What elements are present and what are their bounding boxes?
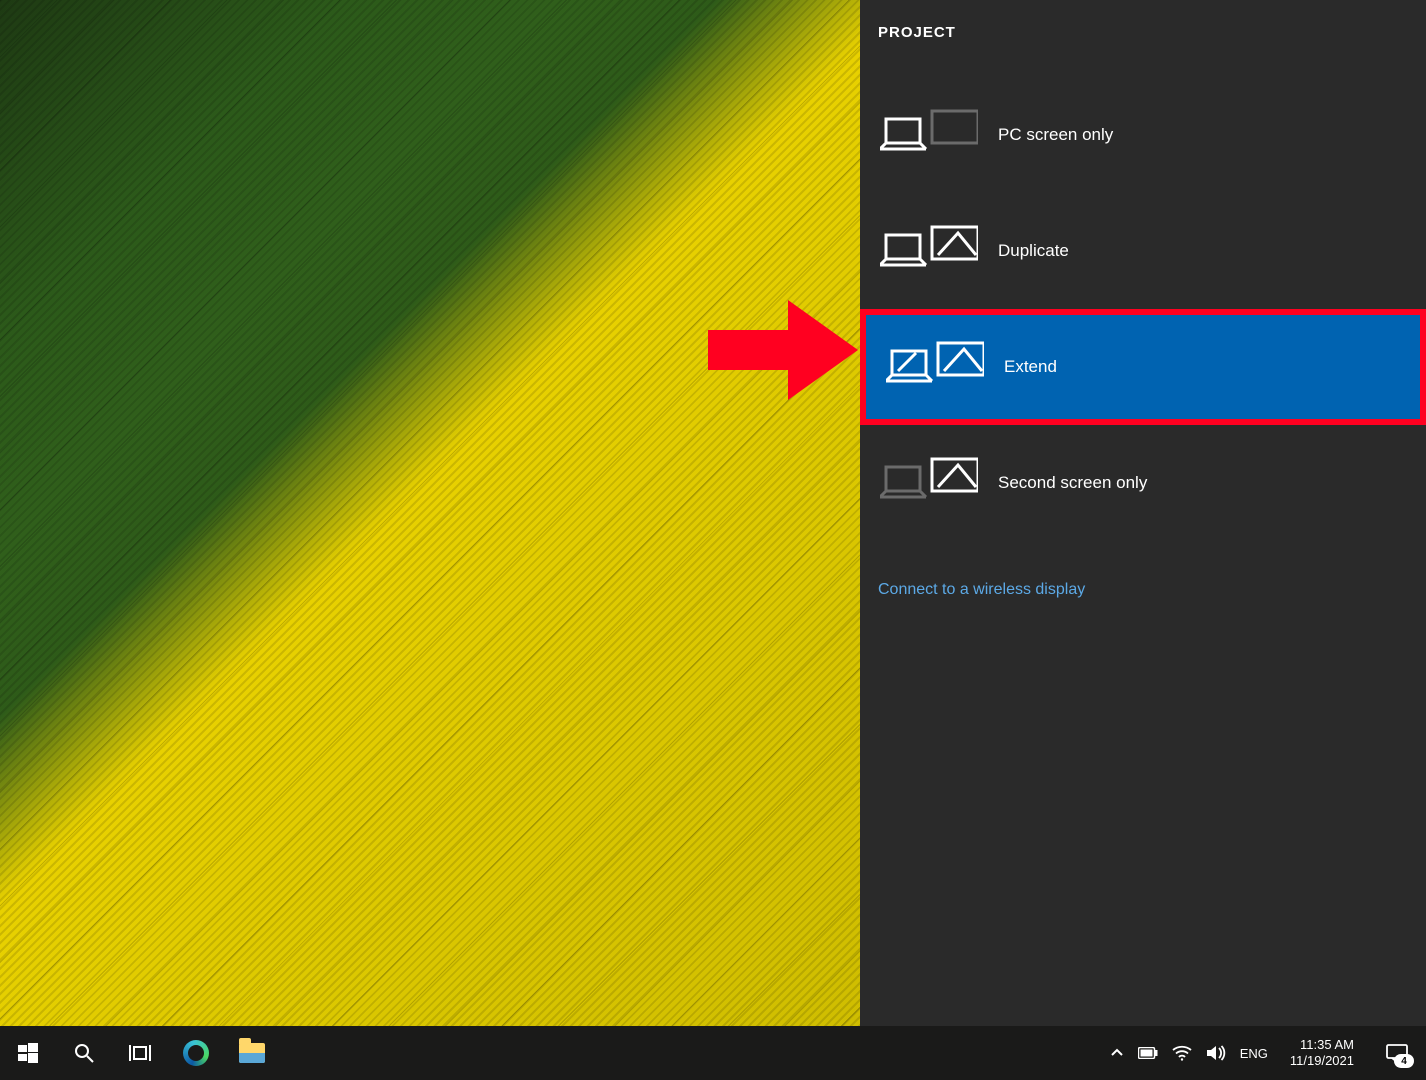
task-view-button[interactable] <box>112 1026 168 1080</box>
taskbar: ENG 11:35 AM 11/19/2021 4 <box>0 1026 1426 1080</box>
project-option-pc-only[interactable]: PC screen only <box>860 77 1426 193</box>
battery-icon[interactable] <box>1138 1026 1158 1080</box>
project-option-duplicate[interactable]: Duplicate <box>860 193 1426 309</box>
volume-icon[interactable] <box>1206 1026 1226 1080</box>
project-option-extend[interactable]: Extend <box>860 309 1426 425</box>
project-option-label: PC screen only <box>998 125 1113 145</box>
extend-icon <box>886 341 984 393</box>
project-panel: PROJECT PC screen only <box>860 0 1426 1026</box>
duplicate-icon <box>880 225 978 277</box>
clock-date: 11/19/2021 <box>1290 1053 1354 1069</box>
project-option-label: Duplicate <box>998 241 1069 261</box>
wifi-icon[interactable] <box>1172 1026 1192 1080</box>
language-indicator[interactable]: ENG <box>1240 1026 1268 1080</box>
connect-wireless-display-link[interactable]: Connect to a wireless display <box>860 581 1426 599</box>
tray-overflow-button[interactable] <box>1110 1026 1124 1080</box>
action-center-badge: 4 <box>1394 1054 1414 1068</box>
edge-icon <box>183 1040 209 1066</box>
start-button[interactable] <box>0 1026 56 1080</box>
taskbar-app-file-explorer[interactable] <box>224 1026 280 1080</box>
panel-title: PROJECT <box>860 24 1426 77</box>
taskbar-clock[interactable]: 11:35 AM 11/19/2021 <box>1282 1037 1362 1068</box>
pc-only-icon <box>880 109 978 161</box>
search-button[interactable] <box>56 1026 112 1080</box>
project-option-second-only[interactable]: Second screen only <box>860 425 1426 541</box>
project-option-label: Second screen only <box>998 473 1147 493</box>
system-tray: ENG 11:35 AM 11/19/2021 4 <box>1102 1026 1426 1080</box>
second-only-icon <box>880 457 978 509</box>
project-option-label: Extend <box>1004 357 1057 377</box>
taskbar-app-edge[interactable] <box>168 1026 224 1080</box>
file-explorer-icon <box>239 1043 265 1063</box>
clock-time: 11:35 AM <box>1300 1037 1354 1053</box>
desktop-wallpaper[interactable] <box>0 0 860 1026</box>
action-center-button[interactable]: 4 <box>1376 1026 1418 1080</box>
